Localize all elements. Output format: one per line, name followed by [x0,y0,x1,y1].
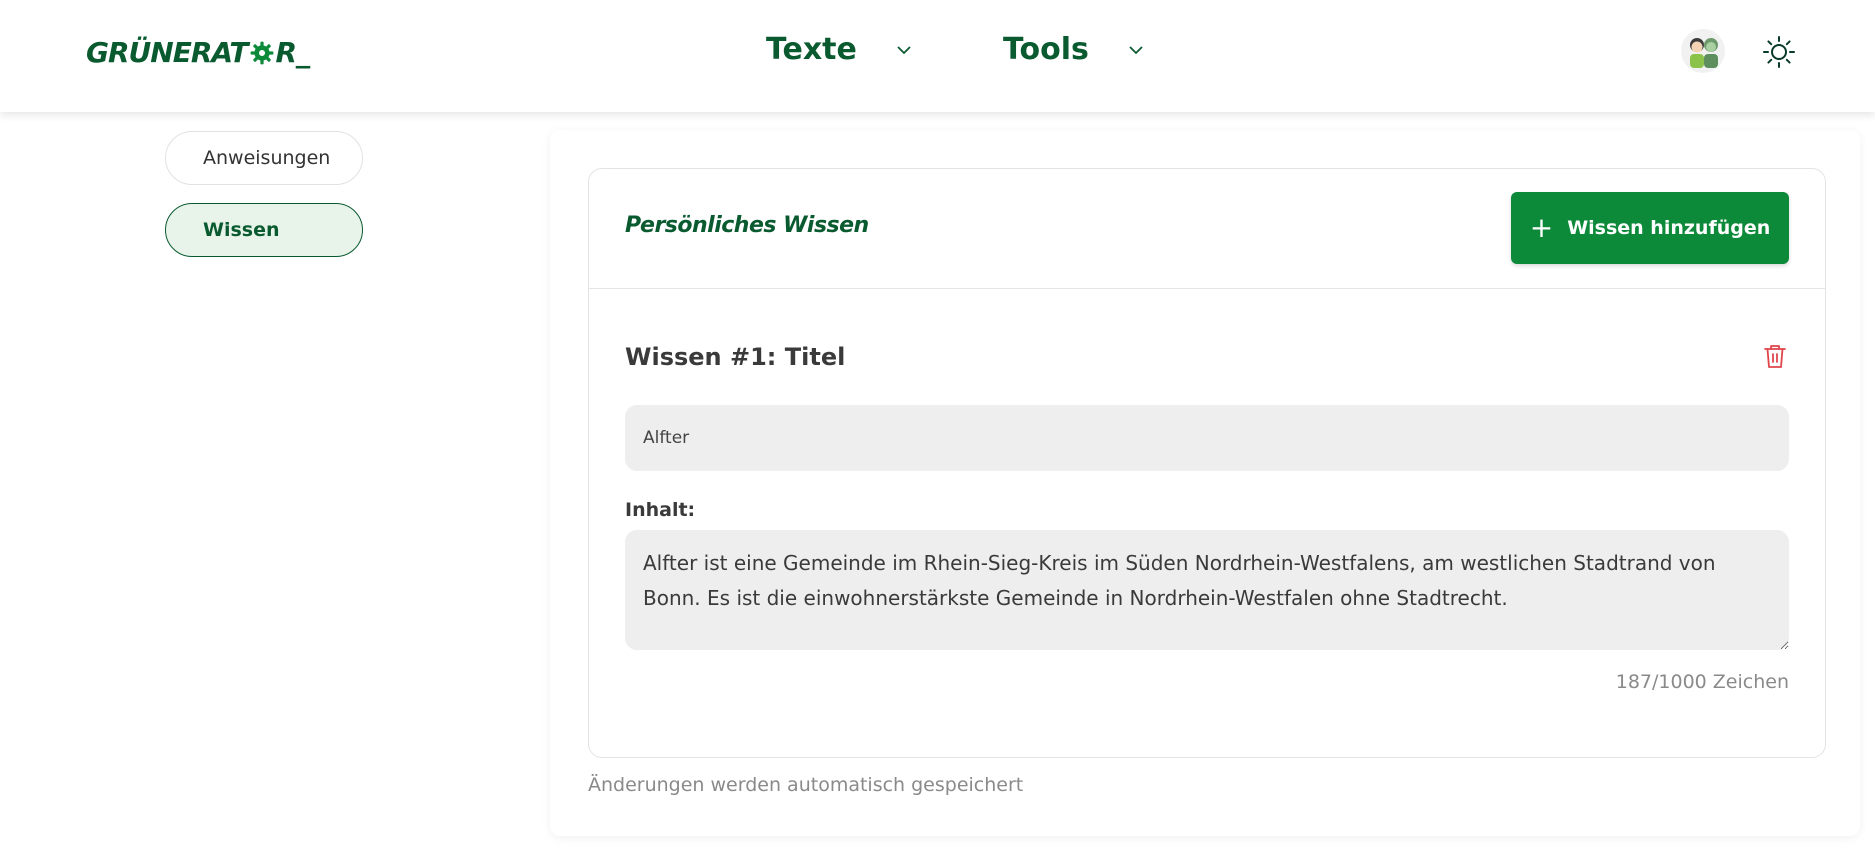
nav-texte[interactable]: Texte [766,32,913,67]
sidebar-item-wissen[interactable]: Wissen [165,203,363,257]
gear-icon [250,41,273,64]
knowledge-content-textarea[interactable]: Alfter ist eine Gemeinde im Rhein-Sieg-K… [625,530,1789,650]
card-title: Persönliches Wissen [625,213,869,238]
char-counter: 187/1000 Zeichen [1615,671,1789,693]
nav-tools-label: Tools [1003,32,1089,67]
entry-heading: Wissen #1: Titel [625,343,846,371]
sidebar-item-label: Wissen [203,219,280,241]
chevron-down-icon [1129,45,1143,54]
sidebar-item-anweisungen[interactable]: Anweisungen [165,131,363,185]
content-label: Inhalt: [625,499,696,521]
trash-icon[interactable] [1763,343,1787,369]
sidebar-item-label: Anweisungen [203,147,331,169]
avatar[interactable] [1680,28,1726,74]
plus-icon: + [1529,211,1554,244]
logo-text-left: GRÜNERAT [86,36,248,69]
top-header: GRÜNERAT R_ Texte Tools [0,0,1875,112]
knowledge-card: Persönliches Wissen + Wissen hinzufügen … [588,168,1826,758]
card-header: Persönliches Wissen + Wissen hinzufügen [589,169,1825,289]
chevron-down-icon [897,45,911,54]
sun-icon[interactable] [1762,35,1796,69]
knowledge-title-input[interactable] [625,405,1789,471]
add-knowledge-button[interactable]: + Wissen hinzufügen [1511,192,1789,264]
logo[interactable]: GRÜNERAT R_ [86,36,311,69]
logo-text-right: R_ [275,36,311,69]
nav-texte-label: Texte [766,32,857,67]
nav-tools[interactable]: Tools [1003,32,1145,67]
add-knowledge-label: Wissen hinzufügen [1567,217,1771,239]
autosave-note: Änderungen werden automatisch gespeicher… [588,774,1024,796]
